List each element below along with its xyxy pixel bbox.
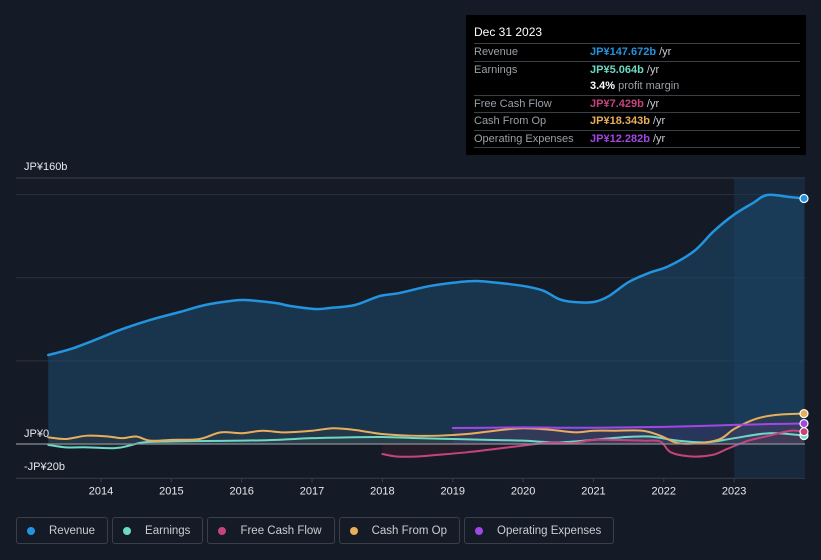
legend-item-free-cash-flow[interactable]: Free Cash Flow xyxy=(207,517,335,544)
end-marker-revenue xyxy=(799,193,809,204)
tooltip-value: JP¥18.343b xyxy=(590,115,650,127)
tooltip-value: JP¥12.282b xyxy=(590,132,650,145)
tooltip-label: Cash From Op xyxy=(474,115,547,127)
tooltip-row-earnings: Earnings JP¥5.064b /yr xyxy=(474,62,800,79)
legend-item-operating-expenses[interactable]: Operating Expenses xyxy=(464,517,615,544)
legend: Revenue Earnings Free Cash Flow Cash Fro… xyxy=(16,517,615,544)
y-tick-label-0: JP¥0 xyxy=(24,428,49,440)
x-tick-label: 2022 xyxy=(652,485,676,497)
legend-dot-icon xyxy=(123,526,132,535)
legend-label: Free Cash Flow xyxy=(240,524,322,537)
x-tick-label: 2014 xyxy=(89,485,113,497)
x-tick-label: 2021 xyxy=(581,485,605,497)
tooltip-value: 3.4% xyxy=(590,80,616,92)
tooltip-row-revenue: Revenue JP¥147.672b /yr xyxy=(474,44,800,62)
legend-item-earnings[interactable]: Earnings xyxy=(112,517,204,544)
series-areas xyxy=(48,194,805,457)
tooltip-label: Earnings xyxy=(474,63,518,76)
tooltip-value: JP¥7.429b xyxy=(590,97,644,110)
y-tick-label-neg20: -JP¥20b xyxy=(24,461,65,473)
x-tick-label: 2016 xyxy=(229,485,253,497)
end-marker-cash-from-op xyxy=(799,408,809,419)
y-tick-label-160: JP¥160b xyxy=(24,161,67,173)
tooltip-label: Revenue xyxy=(474,46,519,58)
tooltip-date: Dec 31 2023 xyxy=(474,23,800,44)
tooltip-row-profit-margin: 3.4% profit margin xyxy=(474,78,800,96)
end-marker-free-cash-flow xyxy=(799,427,809,437)
tooltip-suffix: /yr xyxy=(643,97,660,110)
tooltip-suffix: /yr xyxy=(649,132,666,145)
tooltip-row-operating-expenses: Operating Expenses JP¥12.282b /yr xyxy=(474,131,800,148)
legend-label: Operating Expenses xyxy=(497,524,602,537)
area-revenue xyxy=(48,194,805,444)
tooltip-row-cash-from-op: Cash From Op JP¥18.343b /yr xyxy=(474,113,800,131)
x-tick-label: 2019 xyxy=(441,485,465,497)
legend-item-revenue[interactable]: Revenue xyxy=(16,517,109,544)
x-axis: 2014 2015 2016 2017 2018 2019 2020 2021 2022 2023 xyxy=(89,478,746,497)
tooltip-value: JP¥147.672b xyxy=(590,46,657,58)
legend-dot-icon xyxy=(475,526,484,535)
legend-item-cash-from-op[interactable]: Cash From Op xyxy=(338,517,461,544)
tooltip-suffix: /yr xyxy=(643,63,660,76)
tooltip-suffix: profit margin xyxy=(615,80,680,92)
legend-label: Cash From Op xyxy=(371,524,448,537)
tooltip-value: JP¥5.064b xyxy=(590,63,644,76)
tooltip-suffix: /yr xyxy=(649,115,666,127)
legend-label: Earnings xyxy=(145,524,191,537)
end-marker-operating-expenses xyxy=(799,418,809,429)
tooltip-label: Free Cash Flow xyxy=(474,97,552,110)
legend-dot-icon xyxy=(349,526,358,535)
x-tick-label: 2023 xyxy=(722,485,746,497)
tooltip-label: Operating Expenses xyxy=(474,132,574,145)
tooltip-row-free-cash-flow: Free Cash Flow JP¥7.429b /yr xyxy=(474,96,800,113)
x-tick-label: 2020 xyxy=(511,485,535,497)
x-tick-label: 2018 xyxy=(370,485,394,497)
tooltip-label xyxy=(474,78,590,95)
x-tick-label: 2017 xyxy=(300,485,324,497)
x-tick-label: 2015 xyxy=(159,485,183,497)
legend-dot-icon xyxy=(27,526,35,535)
tooltip: Dec 31 2023 Revenue JP¥147.672b /yr Earn… xyxy=(466,15,806,155)
legend-dot-icon xyxy=(218,526,227,535)
tooltip-suffix: /yr xyxy=(656,46,672,58)
legend-label: Revenue xyxy=(49,524,96,537)
